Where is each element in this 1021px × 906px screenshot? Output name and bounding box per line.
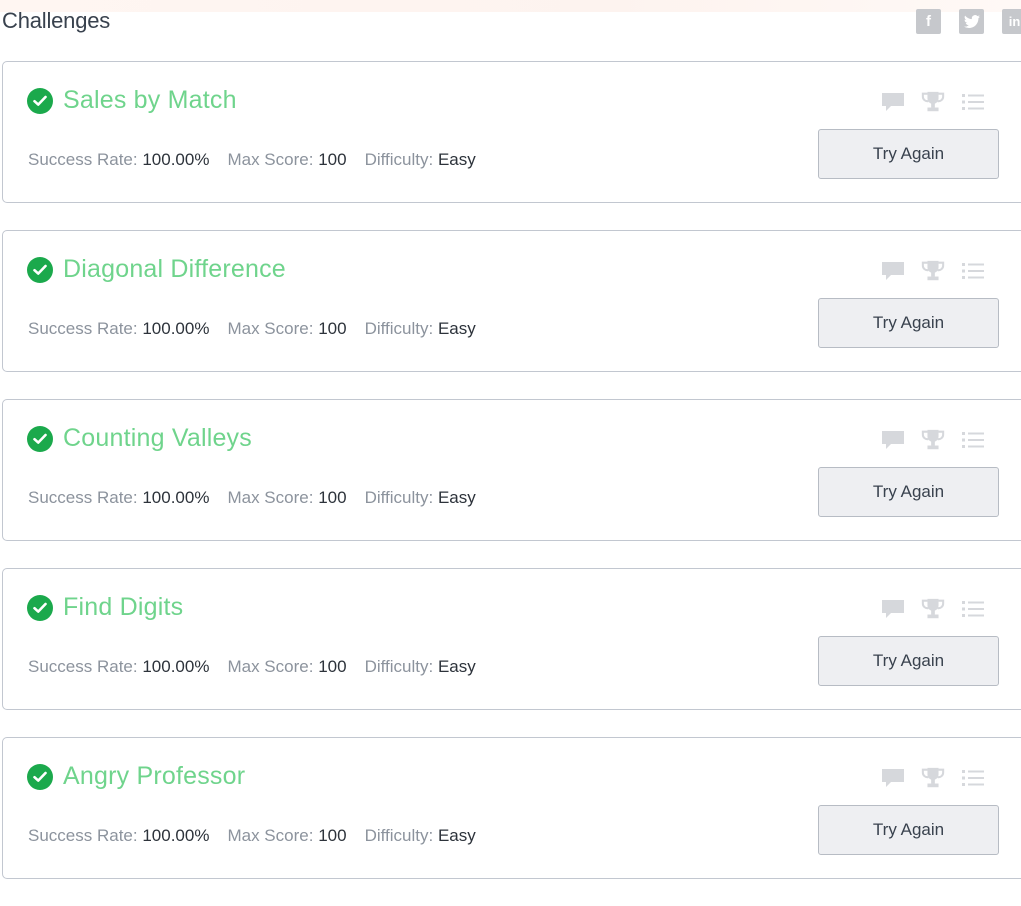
max-score: Max Score: 100 (227, 488, 347, 507)
challenge-actions (881, 428, 985, 452)
success-rate: Success Rate: 100.00% (28, 488, 210, 507)
discussion-icon[interactable] (881, 90, 905, 114)
challenge-title[interactable]: Find Digits (63, 593, 183, 622)
try-again-button[interactable]: Try Again (818, 636, 999, 686)
challenge-meta: Success Rate: 100.00% Max Score: 100 Dif… (28, 150, 476, 170)
try-again-button[interactable]: Try Again (818, 129, 999, 179)
challenge-meta: Success Rate: 100.00% Max Score: 100 Dif… (28, 826, 476, 846)
challenge-card: Sales by Match Success Rate: 100.00% Max… (2, 61, 1021, 203)
challenge-title[interactable]: Sales by Match (63, 86, 237, 115)
challenge-actions (881, 766, 985, 790)
leaderboard-trophy-icon[interactable] (921, 428, 945, 452)
discussion-icon[interactable] (881, 259, 905, 283)
challenge-title-row[interactable]: Diagonal Difference (27, 255, 286, 284)
difficulty: Difficulty: Easy (364, 319, 476, 338)
linkedin-icon[interactable]: in (1002, 9, 1021, 34)
challenge-meta: Success Rate: 100.00% Max Score: 100 Dif… (28, 319, 476, 339)
challenge-card: Angry Professor Success Rate: 100.00% Ma… (2, 737, 1021, 879)
solved-check-icon (27, 763, 53, 790)
difficulty: Difficulty: Easy (364, 657, 476, 676)
success-rate: Success Rate: 100.00% (28, 826, 210, 845)
leaderboard-trophy-icon[interactable] (921, 90, 945, 114)
challenge-meta: Success Rate: 100.00% Max Score: 100 Dif… (28, 657, 476, 677)
try-again-button[interactable]: Try Again (818, 298, 999, 348)
difficulty: Difficulty: Easy (364, 150, 476, 169)
challenge-actions (881, 90, 985, 114)
discussion-icon[interactable] (881, 428, 905, 452)
difficulty: Difficulty: Easy (364, 826, 476, 845)
leaderboard-trophy-icon[interactable] (921, 597, 945, 621)
solved-check-icon (27, 87, 53, 114)
editorial-list-icon[interactable] (961, 597, 985, 621)
max-score: Max Score: 100 (227, 319, 347, 338)
success-rate: Success Rate: 100.00% (28, 657, 210, 676)
challenge-actions (881, 597, 985, 621)
leaderboard-trophy-icon[interactable] (921, 259, 945, 283)
try-again-button[interactable]: Try Again (818, 805, 999, 855)
max-score: Max Score: 100 (227, 150, 347, 169)
difficulty: Difficulty: Easy (364, 488, 476, 507)
solved-check-icon (27, 425, 53, 452)
challenge-title-row[interactable]: Counting Valleys (27, 424, 252, 453)
twitter-icon[interactable] (959, 9, 984, 34)
discussion-icon[interactable] (881, 766, 905, 790)
challenge-actions (881, 259, 985, 283)
solved-check-icon (27, 594, 53, 621)
discussion-icon[interactable] (881, 597, 905, 621)
page-title: Challenges (2, 8, 111, 33)
top-banner-strip (0, 0, 1021, 12)
editorial-list-icon[interactable] (961, 766, 985, 790)
max-score: Max Score: 100 (227, 657, 347, 676)
max-score: Max Score: 100 (227, 826, 347, 845)
challenge-title-row[interactable]: Angry Professor (27, 762, 245, 791)
solved-check-icon (27, 256, 53, 283)
challenge-card: Counting Valleys Success Rate: 100.00% M… (2, 399, 1021, 541)
try-again-button[interactable]: Try Again (818, 467, 999, 517)
challenge-list: Sales by Match Success Rate: 100.00% Max… (2, 61, 1021, 906)
leaderboard-trophy-icon[interactable] (921, 766, 945, 790)
social-share-bar: f in (916, 9, 1021, 34)
challenge-title[interactable]: Counting Valleys (63, 424, 252, 453)
editorial-list-icon[interactable] (961, 428, 985, 452)
editorial-list-icon[interactable] (961, 259, 985, 283)
challenge-title[interactable]: Angry Professor (63, 762, 245, 791)
editorial-list-icon[interactable] (961, 90, 985, 114)
challenge-title-row[interactable]: Find Digits (27, 593, 183, 622)
challenge-title[interactable]: Diagonal Difference (63, 255, 286, 284)
challenge-meta: Success Rate: 100.00% Max Score: 100 Dif… (28, 488, 476, 508)
challenge-card: Diagonal Difference Success Rate: 100.00… (2, 230, 1021, 372)
success-rate: Success Rate: 100.00% (28, 319, 210, 338)
success-rate: Success Rate: 100.00% (28, 150, 210, 169)
facebook-icon[interactable]: f (916, 9, 941, 34)
challenge-card: Find Digits Success Rate: 100.00% Max Sc… (2, 568, 1021, 710)
challenge-title-row[interactable]: Sales by Match (27, 86, 237, 115)
